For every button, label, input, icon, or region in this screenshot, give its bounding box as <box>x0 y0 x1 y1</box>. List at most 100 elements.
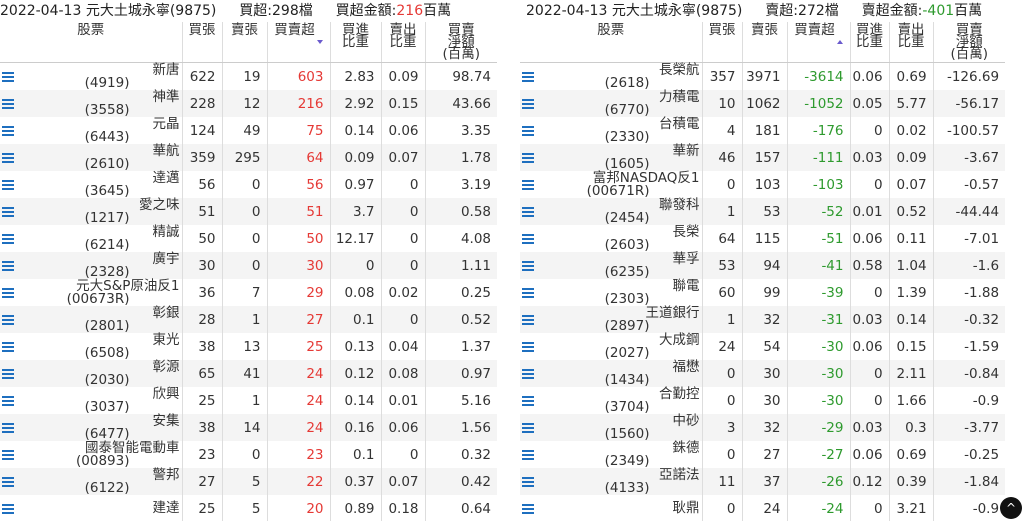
table-row[interactable]: 元晶 (6443) 124 49 75 0.14 0.06 3.35 <box>0 117 497 144</box>
stock-cell[interactable]: 力積電 (6770) <box>520 90 703 117</box>
table-row[interactable]: 神準 (3558) 228 12 216 2.92 0.15 43.66 <box>0 90 497 117</box>
table-row[interactable]: 華航 (2610) 359 295 64 0.09 0.07 1.78 <box>0 144 497 171</box>
stock-cell[interactable]: 安集 (6477) <box>0 414 183 441</box>
menu-icon[interactable] <box>522 315 534 325</box>
menu-icon[interactable] <box>522 423 534 433</box>
menu-icon[interactable] <box>522 153 534 163</box>
column-header[interactable]: 買進 比重 <box>330 22 382 63</box>
stock-cell[interactable]: 元晶 (6443) <box>0 117 183 144</box>
stock-cell[interactable]: 耿鼎 <box>520 495 703 521</box>
stock-cell[interactable]: 福懋 (1434) <box>520 360 703 387</box>
table-row[interactable]: 長榮 (2603) 64 115 -51 0.06 0.11 -7.01 <box>520 225 1006 252</box>
stock-cell[interactable]: 元大S&P原油反1 (00673R) <box>0 279 183 306</box>
stock-name[interactable]: 建達 <box>2 501 180 515</box>
stock-cell[interactable]: 聯電 (2303) <box>520 279 703 306</box>
stock-cell[interactable]: 神準 (3558) <box>0 90 183 117</box>
table-row[interactable]: 新唐 (4919) 622 19 603 2.83 0.09 98.74 <box>0 62 497 90</box>
sort-desc-icon[interactable] <box>316 40 323 44</box>
stock-cell[interactable]: 華航 (2610) <box>0 144 183 171</box>
stock-cell[interactable]: 東光 (6508) <box>0 333 183 360</box>
menu-icon[interactable] <box>2 315 14 325</box>
stock-cell[interactable]: 中砂 (1560) <box>520 414 703 441</box>
column-header[interactable]: 賣出 比重 <box>381 22 426 63</box>
stock-cell[interactable]: 精誠 (6214) <box>0 225 183 252</box>
menu-icon[interactable] <box>522 396 534 406</box>
menu-icon[interactable] <box>522 261 534 271</box>
column-header[interactable]: 買張 <box>182 22 223 63</box>
column-header[interactable]: 股票 <box>520 22 703 63</box>
table-row[interactable]: 長榮航 (2618) 357 3971 -3614 0.06 0.69 -126.69 <box>520 62 1006 90</box>
table-row[interactable]: 福懋 (1434) 0 30 -30 0 2.11 -0.84 <box>520 360 1006 387</box>
table-row[interactable]: 中砂 (1560) 3 32 -29 0.03 0.3 -3.77 <box>520 414 1006 441</box>
table-row[interactable]: 彰源 (2030) 65 41 24 0.12 0.08 0.97 <box>0 360 497 387</box>
menu-icon[interactable] <box>522 504 534 514</box>
stock-cell[interactable]: 廣宇 (2328) <box>0 252 183 279</box>
scroll-top-button[interactable]: ^ <box>1000 497 1022 519</box>
menu-icon[interactable] <box>2 99 14 109</box>
column-header[interactable]: 買進 比重 <box>850 22 890 63</box>
menu-icon[interactable] <box>2 126 14 136</box>
stock-cell[interactable]: 長榮 (2603) <box>520 225 703 252</box>
menu-icon[interactable] <box>522 477 534 487</box>
stock-cell[interactable]: 彰銀 (2801) <box>0 306 183 333</box>
column-header[interactable]: 賣張 <box>222 22 268 63</box>
menu-icon[interactable] <box>522 180 534 190</box>
stock-cell[interactable]: 台積電 (2330) <box>520 117 703 144</box>
menu-icon[interactable] <box>2 477 14 487</box>
table-row[interactable]: 富邦NASDAQ反1 (00671R) 0 103 -103 0 0.07 -0.57 <box>520 171 1006 198</box>
table-row[interactable]: 國泰智能電動車 (00893) 23 0 23 0.1 0 0.32 <box>0 441 497 468</box>
stock-cell[interactable]: 王道銀行 (2897) <box>520 306 703 333</box>
stock-cell[interactable]: 華新 (1605) <box>520 144 703 171</box>
column-header-net-sorted[interactable]: 買賣超 <box>267 22 331 63</box>
table-row[interactable]: 聯發科 (2454) 1 53 -52 0.01 0.52 -44.44 <box>520 198 1006 225</box>
menu-icon[interactable] <box>2 153 14 163</box>
stock-cell[interactable]: 建達 <box>0 495 183 521</box>
menu-icon[interactable] <box>2 180 14 190</box>
stock-cell[interactable]: 大成鋼 (2027) <box>520 333 703 360</box>
table-row[interactable]: 聯電 (2303) 60 99 -39 0 1.39 -1.88 <box>520 279 1006 306</box>
menu-icon[interactable] <box>2 261 14 271</box>
table-row[interactable]: 台積電 (2330) 4 181 -176 0 0.02 -100.57 <box>520 117 1006 144</box>
menu-icon[interactable] <box>2 396 14 406</box>
menu-icon[interactable] <box>522 126 534 136</box>
menu-icon[interactable] <box>2 504 14 514</box>
stock-cell[interactable]: 愛之味 (1217) <box>0 198 183 225</box>
table-row[interactable]: 耿鼎 0 24 -24 0 3.21 -0.9 <box>520 495 1006 521</box>
menu-icon[interactable] <box>2 450 14 460</box>
table-row[interactable]: 廣宇 (2328) 30 0 30 0 0 1.11 <box>0 252 497 279</box>
menu-icon[interactable] <box>2 369 14 379</box>
stock-cell[interactable]: 新唐 (4919) <box>0 62 183 90</box>
table-row[interactable]: 欣興 (3037) 25 1 24 0.14 0.01 5.16 <box>0 387 497 414</box>
column-header[interactable]: 買賣 淨額 (百萬) <box>425 22 497 63</box>
stock-cell[interactable]: 欣興 (3037) <box>0 387 183 414</box>
stock-cell[interactable]: 警邦 (6122) <box>0 468 183 495</box>
column-header[interactable]: 賣張 <box>742 22 788 63</box>
menu-icon[interactable] <box>2 423 14 433</box>
table-row[interactable]: 大成鋼 (2027) 24 54 -30 0.06 0.15 -1.59 <box>520 333 1006 360</box>
table-row[interactable]: 安集 (6477) 38 14 24 0.16 0.06 1.56 <box>0 414 497 441</box>
menu-icon[interactable] <box>522 207 534 217</box>
column-header[interactable]: 買張 <box>702 22 743 63</box>
table-row[interactable]: 合勤控 (3704) 0 30 -30 0 1.66 -0.9 <box>520 387 1006 414</box>
stock-cell[interactable]: 富邦NASDAQ反1 (00671R) <box>520 171 703 198</box>
column-header[interactable]: 買賣 淨額 (百萬) <box>933 22 1006 63</box>
menu-icon[interactable] <box>522 450 534 460</box>
stock-cell[interactable]: 達邁 (3645) <box>0 171 183 198</box>
menu-icon[interactable] <box>2 207 14 217</box>
menu-icon[interactable] <box>522 342 534 352</box>
stock-cell[interactable]: 彰源 (2030) <box>0 360 183 387</box>
table-row[interactable]: 華孚 (6235) 53 94 -41 0.58 1.04 -1.6 <box>520 252 1006 279</box>
table-row[interactable]: 建達 25 5 20 0.89 0.18 0.64 <box>0 495 497 521</box>
menu-icon[interactable] <box>2 342 14 352</box>
stock-cell[interactable]: 聯發科 (2454) <box>520 198 703 225</box>
table-row[interactable]: 華新 (1605) 46 157 -111 0.03 0.09 -3.67 <box>520 144 1006 171</box>
column-header-net-sorted[interactable]: 買賣超 <box>787 22 851 63</box>
sort-asc-icon[interactable] <box>836 40 843 44</box>
menu-icon[interactable] <box>2 234 14 244</box>
table-row[interactable]: 銖德 (2349) 0 27 -27 0.06 0.69 -0.25 <box>520 441 1006 468</box>
menu-icon[interactable] <box>2 72 14 82</box>
menu-icon[interactable] <box>522 234 534 244</box>
stock-cell[interactable]: 合勤控 (3704) <box>520 387 703 414</box>
menu-icon[interactable] <box>522 369 534 379</box>
stock-cell[interactable]: 華孚 (6235) <box>520 252 703 279</box>
